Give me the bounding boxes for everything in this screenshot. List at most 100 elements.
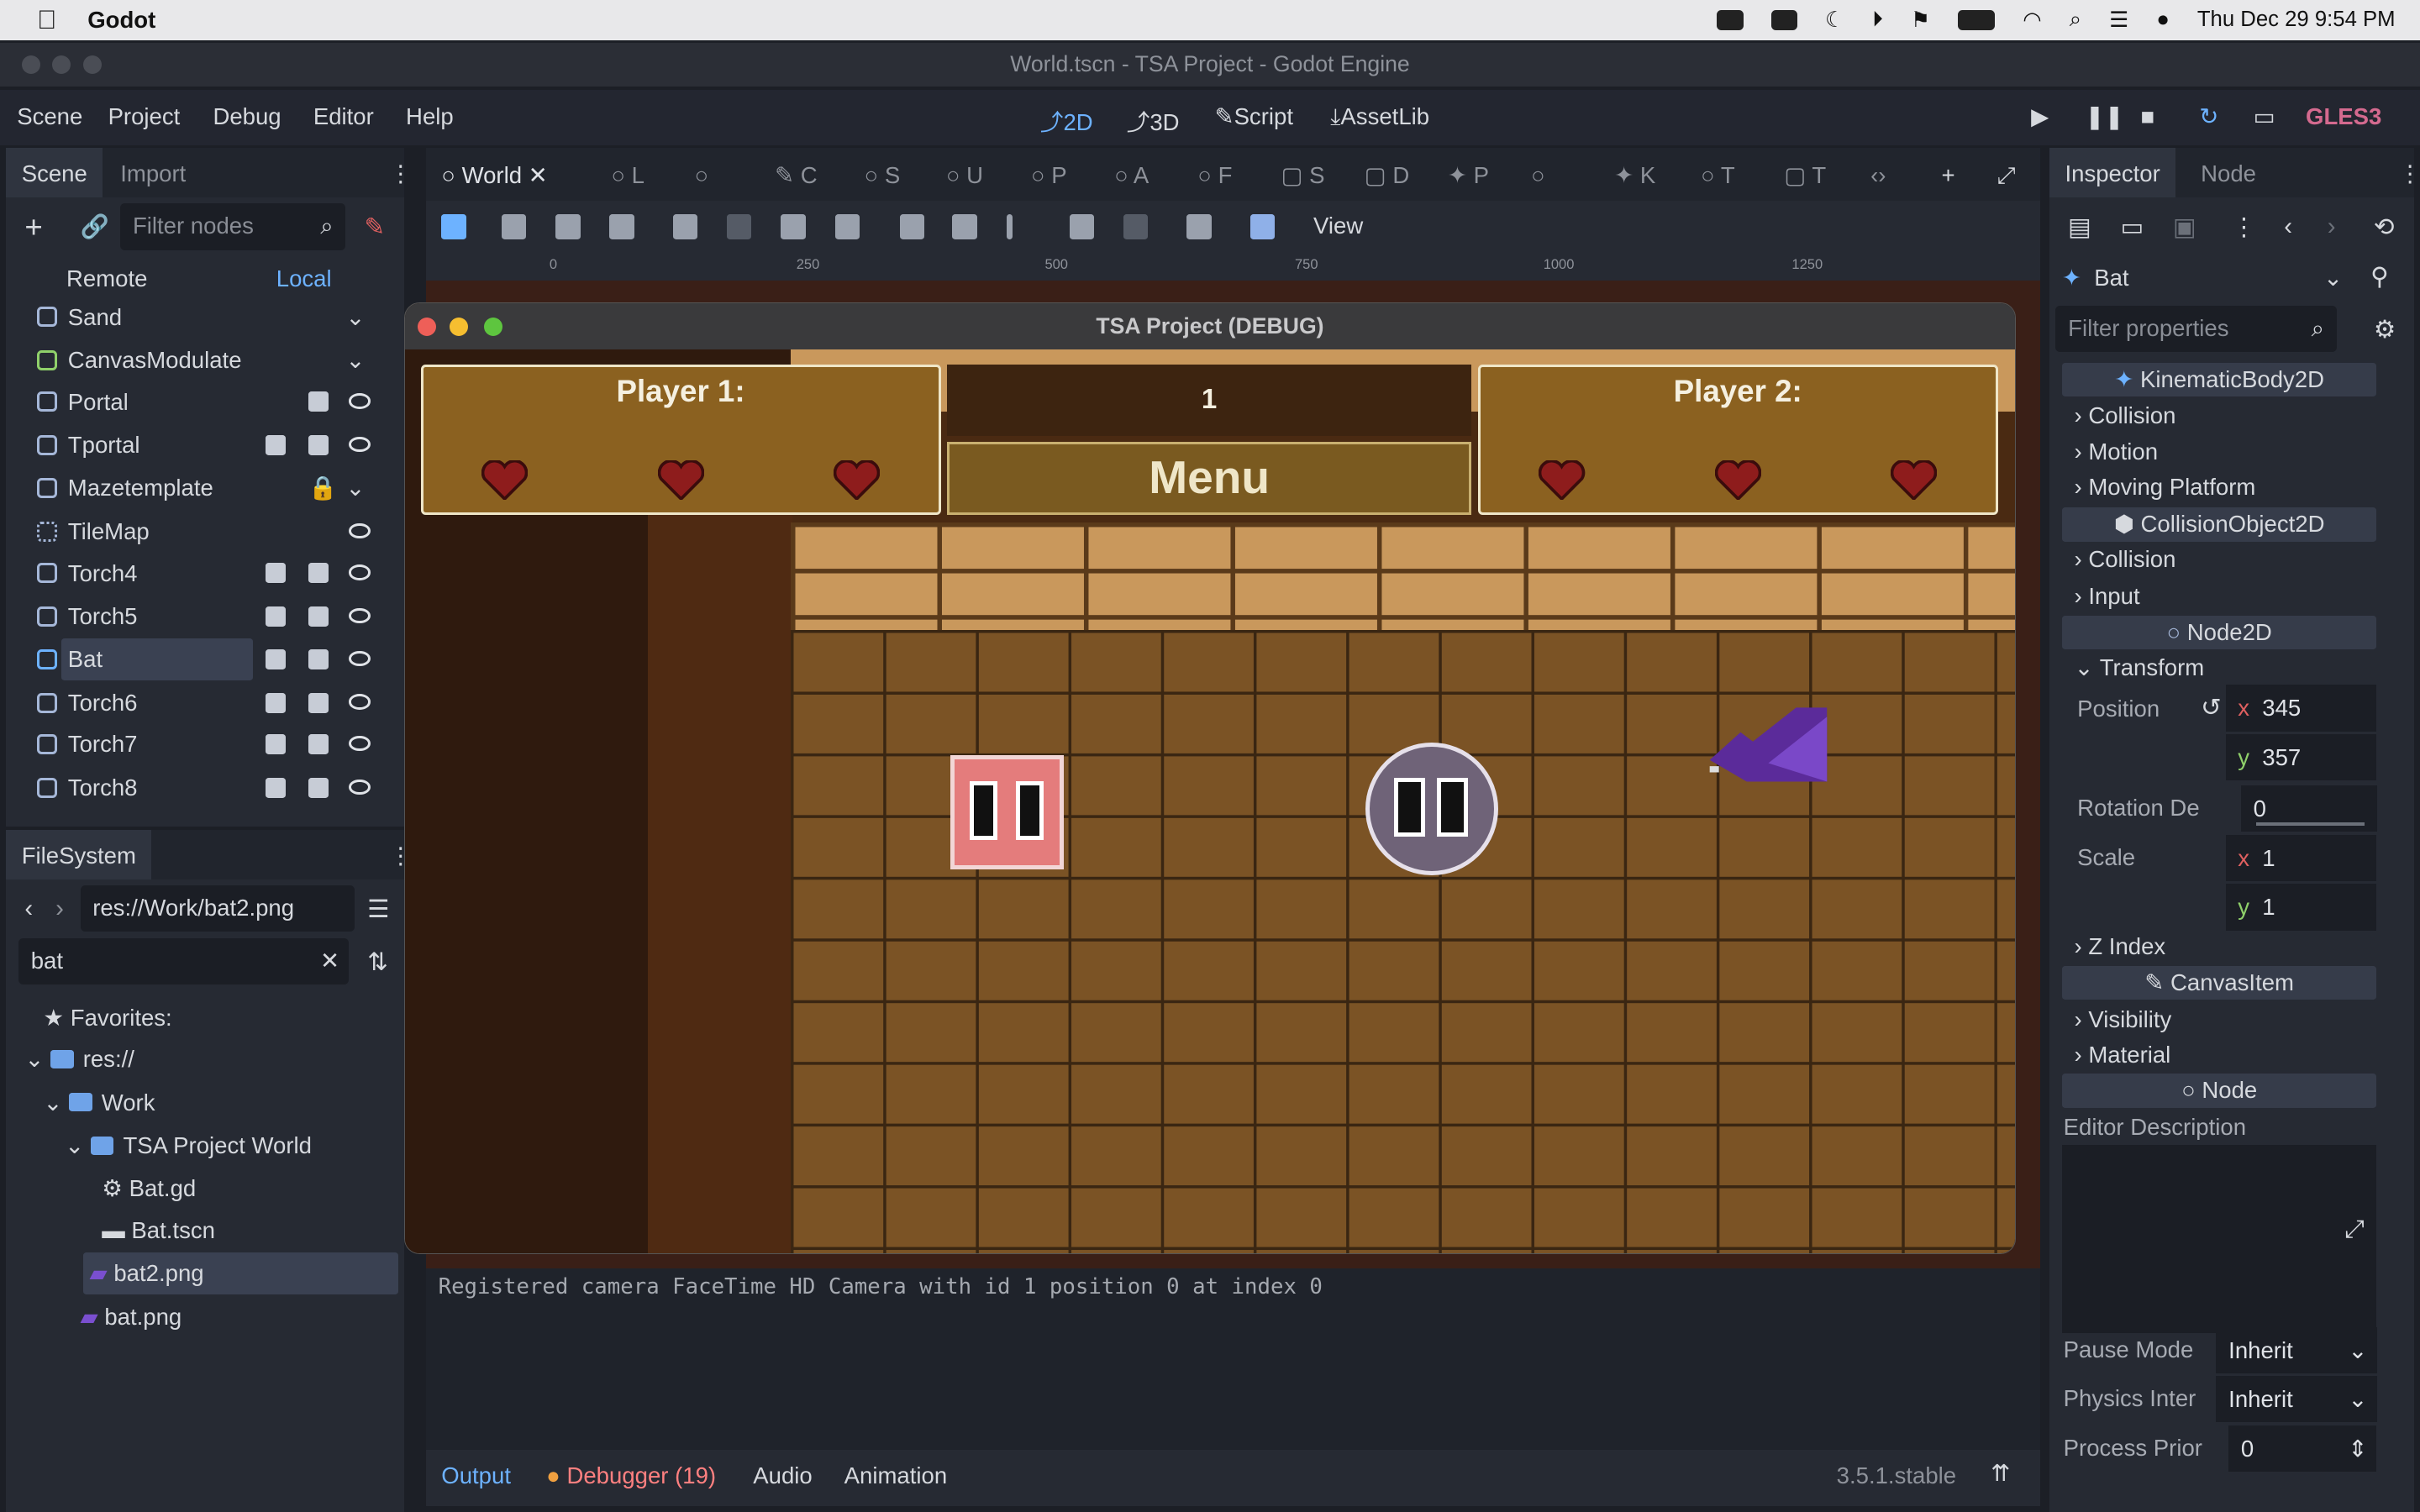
menu-debug[interactable]: Debug	[213, 103, 281, 130]
property-input[interactable]: › Input	[2075, 583, 2140, 610]
app-menu-name[interactable]: Godot	[87, 7, 155, 34]
game-minimize-button[interactable]	[450, 317, 469, 336]
scene-icon[interactable]	[265, 777, 286, 798]
siri-icon[interactable]: ●	[2156, 8, 2170, 32]
scene-tab[interactable]: ▢ S	[1281, 162, 1324, 189]
eye-icon[interactable]	[349, 436, 371, 453]
tab-output[interactable]: Output	[441, 1462, 511, 1489]
script-icon[interactable]	[308, 649, 329, 670]
transform-group[interactable]: ⌄ Transform	[2075, 654, 2205, 681]
game-close-button[interactable]	[417, 317, 436, 336]
local-button[interactable]: Local	[276, 265, 332, 292]
zoom-window-button[interactable]	[83, 55, 103, 75]
open-folder-icon[interactable]: ▭	[2121, 213, 2144, 242]
tab-node[interactable]: Node	[2201, 160, 2256, 187]
scene-tab[interactable]: ○ T	[1701, 162, 1735, 189]
tab-animation[interactable]: Animation	[844, 1462, 948, 1489]
view-menu[interactable]: View	[1313, 213, 1363, 239]
property-moving-platform[interactable]: › Moving Platform	[2075, 474, 2256, 501]
eye-icon[interactable]	[349, 694, 371, 710]
position-y-field[interactable]: y 357	[2225, 734, 2377, 781]
scene-icon[interactable]	[265, 692, 286, 713]
scene-icon[interactable]	[265, 606, 286, 627]
tree-row-bat[interactable]: Bat	[18, 638, 397, 680]
tab-scroll-icon[interactable]: ‹›	[1870, 162, 1886, 189]
scale-x-field[interactable]: x 1	[2225, 834, 2377, 881]
split-view-icon[interactable]: ☰	[367, 895, 389, 924]
moon-icon[interactable]: ☾	[1825, 8, 1844, 33]
property-collision[interactable]: › Collision	[2075, 546, 2176, 573]
pause-icon[interactable]: ❚❚	[2085, 103, 2123, 130]
menu-help[interactable]: Help	[406, 103, 454, 130]
workspace-2d[interactable]: ⤴2D	[1040, 103, 1093, 137]
game-zoom-button[interactable]	[483, 317, 502, 336]
bone-icon[interactable]	[1186, 214, 1212, 239]
lock-icon[interactable]: 🔒	[308, 467, 337, 509]
tab-inspector[interactable]: Inspector	[2049, 148, 2176, 198]
file-search-input[interactable]: bat ✕	[18, 937, 350, 984]
tree-row-mazetemplate[interactable]: Mazetemplate 🔒 ⌄	[18, 467, 397, 509]
scene-icon[interactable]	[265, 734, 286, 755]
chevron-down-icon[interactable]: ⌄	[345, 467, 365, 509]
property-tools-icon[interactable]: ⚙	[2374, 315, 2396, 344]
scene-tab[interactable]: ○ U	[946, 162, 983, 189]
scene-icon[interactable]	[308, 391, 329, 412]
flag-icon[interactable]: ⚑	[1911, 8, 1930, 33]
scene-tab[interactable]: ○ S	[865, 162, 901, 189]
filter-nodes-input[interactable]: Filter nodes ⌕	[120, 203, 346, 250]
scene-icon[interactable]	[265, 434, 286, 455]
scene-tab[interactable]: ○ P	[1031, 162, 1067, 189]
editor-description-field[interactable]: ⤢	[2061, 1144, 2377, 1333]
scene-tab[interactable]: ○	[695, 162, 709, 189]
process-priority-field[interactable]: 0 ⇕	[2228, 1425, 2377, 1473]
eye-icon[interactable]	[349, 651, 371, 667]
stepper-icon[interactable]: ⇕	[2348, 1425, 2367, 1472]
close-window-button[interactable]	[21, 55, 40, 75]
more-icon[interactable]: ⋮	[2232, 213, 2256, 242]
group-icon[interactable]	[308, 563, 329, 584]
scene-tab[interactable]: ✦ K	[1614, 162, 1655, 189]
visibility-icon[interactable]: ⌄	[345, 299, 365, 338]
link-icon[interactable]: 🔗	[81, 213, 109, 240]
pivot-icon[interactable]	[727, 214, 752, 239]
tree-row-torch8[interactable]: Torch8	[18, 767, 397, 809]
game-debug-window[interactable]: TSA Project (DEBUG) Player 1: 1 Menu Pla…	[404, 302, 2016, 1255]
renderer-select[interactable]: GLES3	[2306, 103, 2381, 130]
object-properties-icon[interactable]: ⚲	[2370, 262, 2389, 291]
expand-icon[interactable]: ⤢	[2344, 1215, 2365, 1244]
path-field[interactable]: res://Work/bat2.png	[80, 885, 355, 932]
folder-tsa-project-world[interactable]: ⌄ TSA Project World	[65, 1125, 312, 1167]
wifi-icon[interactable]: ◠	[2023, 8, 2041, 33]
sort-icon[interactable]: ⇅	[367, 948, 388, 977]
menu-button[interactable]: Menu	[946, 442, 1472, 515]
apple-icon[interactable]: 	[37, 5, 56, 35]
workspace-3d[interactable]: ⤴3D	[1127, 103, 1180, 137]
script-attach-icon[interactable]: ✎	[364, 213, 385, 242]
tree-row-torch5[interactable]: Torch5	[18, 596, 397, 638]
property-motion[interactable]: › Motion	[2075, 438, 2159, 465]
minimize-window-button[interactable]	[52, 55, 71, 75]
move-tool-icon[interactable]	[501, 214, 527, 239]
eye-icon[interactable]	[349, 564, 371, 580]
property-visibility[interactable]: › Visibility	[2075, 1006, 2172, 1033]
back-icon[interactable]: ‹	[24, 895, 33, 923]
folder-work[interactable]: ⌄ Work	[43, 1082, 155, 1124]
dock-menu-icon[interactable]: ⋮	[389, 160, 413, 187]
dock-menu-icon[interactable]: ⋮	[2398, 160, 2420, 187]
eye-icon[interactable]	[349, 736, 371, 752]
menu-scene[interactable]: Scene	[17, 103, 82, 130]
tab-filesystem[interactable]: FileSystem	[6, 830, 152, 879]
scene-tab[interactable]: ▢ D	[1365, 162, 1410, 189]
file-bat-tscn[interactable]: ▬ Bat.tscn	[102, 1210, 215, 1252]
scene-tab[interactable]: ✦ P	[1448, 162, 1489, 189]
smart-snap-icon[interactable]	[899, 214, 925, 239]
workspace-assetlib[interactable]: ⤓AssetLib	[1330, 103, 1429, 131]
more-icon[interactable]	[1006, 214, 1013, 239]
file-bat-gd[interactable]: ⚙ Bat.gd	[102, 1168, 196, 1210]
distraction-free-icon[interactable]: ⤢	[1997, 162, 2016, 190]
movie-icon[interactable]: ▭	[2254, 103, 2275, 130]
history-forward-icon[interactable]: ›	[2328, 213, 2336, 241]
tree-row-torch6[interactable]: Torch6	[18, 682, 397, 724]
spotlight-search-icon[interactable]: ⌕	[2070, 8, 2081, 33]
group-icon[interactable]	[308, 606, 329, 627]
